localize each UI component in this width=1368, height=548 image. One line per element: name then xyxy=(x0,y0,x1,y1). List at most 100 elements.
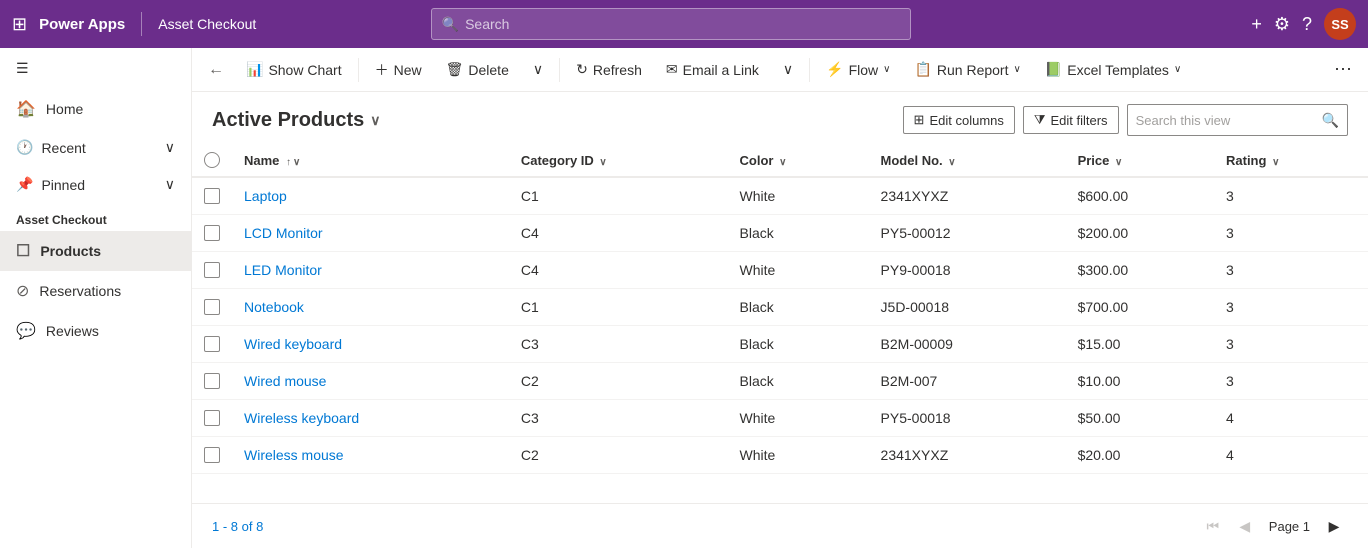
row-select-cell[interactable] xyxy=(192,177,232,215)
products-table: Name ↑∨ Category ID ∨ Color ∨ Model No. … xyxy=(192,144,1368,474)
row-color-cell: White xyxy=(728,177,869,215)
settings-button[interactable]: ⚙ xyxy=(1274,14,1290,35)
flow-button[interactable]: ⚡ Flow ∨ xyxy=(816,55,900,84)
row-select-cell[interactable] xyxy=(192,326,232,363)
col-header-price[interactable]: Price ∨ xyxy=(1066,144,1214,177)
asset-checkout-section-label: Asset Checkout xyxy=(0,203,191,231)
row-name-cell: LED Monitor xyxy=(232,252,509,289)
row-select-cell[interactable] xyxy=(192,400,232,437)
row-model-cell: J5D-00018 xyxy=(869,289,1066,326)
row-checkbox[interactable] xyxy=(204,262,220,278)
row-model-cell: PY5-00012 xyxy=(869,215,1066,252)
col-header-model[interactable]: Model No. ∨ xyxy=(869,144,1066,177)
show-chart-button[interactable]: 📊 Show Chart xyxy=(236,55,352,84)
sidebar-item-products[interactable]: ☐ Products xyxy=(0,231,191,271)
row-price-cell: $300.00 xyxy=(1066,252,1214,289)
sidebar-item-reservations[interactable]: ⊘ Reservations xyxy=(0,271,191,311)
help-button[interactable]: ? xyxy=(1302,14,1312,35)
row-name-link[interactable]: Laptop xyxy=(244,188,287,204)
row-checkbox[interactable] xyxy=(204,447,220,463)
sidebar-reservations-label: Reservations xyxy=(39,283,121,299)
email-chevron[interactable]: ∨ xyxy=(773,55,803,84)
refresh-icon: ↻ xyxy=(576,61,588,78)
row-name-link[interactable]: LCD Monitor xyxy=(244,225,323,241)
sidebar-item-home[interactable]: 🏠 Home xyxy=(0,89,191,129)
select-all-checkbox[interactable] xyxy=(204,152,220,168)
row-checkbox[interactable] xyxy=(204,299,220,315)
row-name-link[interactable]: LED Monitor xyxy=(244,262,322,278)
row-name-cell: LCD Monitor xyxy=(232,215,509,252)
global-search-bar: 🔍 xyxy=(431,8,911,40)
recent-icon: 🕐 xyxy=(16,139,33,156)
sidebar: ☰ 🏠 Home 🕐 Recent ∨ 📌 Pinned ∨ Asset Che… xyxy=(0,48,192,548)
row-rating-cell: 3 xyxy=(1214,326,1368,363)
sidebar-pinned-group[interactable]: 📌 Pinned ∨ xyxy=(0,166,191,203)
row-select-cell[interactable] xyxy=(192,289,232,326)
back-button[interactable]: ← xyxy=(200,54,232,86)
row-checkbox[interactable] xyxy=(204,188,220,204)
grid-icon[interactable]: ⊞ xyxy=(12,14,27,35)
new-icon: ＋ xyxy=(375,60,389,80)
row-price-cell: $700.00 xyxy=(1066,289,1214,326)
view-title[interactable]: Active Products ∨ xyxy=(212,109,381,132)
row-color-cell: Black xyxy=(728,363,869,400)
row-name-link[interactable]: Wireless keyboard xyxy=(244,410,359,426)
sidebar-recent-group[interactable]: 🕐 Recent ∨ xyxy=(0,129,191,166)
more-commands-button[interactable]: ⋯ xyxy=(1326,53,1360,86)
sidebar-home-label: Home xyxy=(46,101,83,117)
first-page-button[interactable]: ⏮ xyxy=(1199,512,1227,540)
top-nav: ⊞ Power Apps Asset Checkout 🔍 + ⚙ ? SS xyxy=(0,0,1368,48)
chart-icon: 📊 xyxy=(246,61,263,78)
table-row: Wireless mouse C2 White 2341XYXZ $20.00 … xyxy=(192,437,1368,474)
row-select-cell[interactable] xyxy=(192,363,232,400)
view-header: Active Products ∨ ⊞ Edit columns ⧩ Edit … xyxy=(192,92,1368,144)
sidebar-toggle[interactable]: ☰ xyxy=(0,48,191,89)
run-report-button[interactable]: 📋 Run Report ∨ xyxy=(904,55,1030,84)
edit-filters-button[interactable]: ⧩ Edit filters xyxy=(1023,106,1119,134)
sidebar-products-label: Products xyxy=(40,243,101,259)
row-checkbox[interactable] xyxy=(204,336,220,352)
row-select-cell[interactable] xyxy=(192,215,232,252)
row-name-link[interactable]: Wired keyboard xyxy=(244,336,342,352)
sidebar-item-reviews[interactable]: 💬 Reviews xyxy=(0,311,191,351)
col-header-name[interactable]: Name ↑∨ xyxy=(232,144,509,177)
prev-page-button[interactable]: ◀ xyxy=(1231,512,1259,540)
row-name-link[interactable]: Notebook xyxy=(244,299,304,315)
name-sort-up-icon: ↑ xyxy=(286,157,291,168)
top-nav-right: + ⚙ ? SS xyxy=(1251,8,1356,40)
table-row: Wired keyboard C3 Black B2M-00009 $15.00… xyxy=(192,326,1368,363)
row-name-cell: Notebook xyxy=(232,289,509,326)
col-header-color[interactable]: Color ∨ xyxy=(728,144,869,177)
sidebar-recent-label: Recent xyxy=(41,140,85,156)
row-price-cell: $200.00 xyxy=(1066,215,1214,252)
col-header-rating[interactable]: Rating ∨ xyxy=(1214,144,1368,177)
row-name-link[interactable]: Wired mouse xyxy=(244,373,326,389)
col-header-category[interactable]: Category ID ∨ xyxy=(509,144,728,177)
new-button[interactable]: ＋ New xyxy=(365,54,432,86)
add-button[interactable]: + xyxy=(1251,14,1262,35)
next-page-button[interactable]: ▶ xyxy=(1320,512,1348,540)
row-select-cell[interactable] xyxy=(192,437,232,474)
row-rating-cell: 3 xyxy=(1214,363,1368,400)
pagination-nav: ⏮ ◀ Page 1 ▶ xyxy=(1199,512,1348,540)
search-view-input[interactable] xyxy=(1136,113,1316,128)
select-all-header[interactable] xyxy=(192,144,232,177)
edit-columns-button[interactable]: ⊞ Edit columns xyxy=(903,106,1015,134)
row-select-cell[interactable] xyxy=(192,252,232,289)
delete-chevron[interactable]: ∨ xyxy=(523,55,553,84)
pinned-icon: 📌 xyxy=(16,176,33,193)
row-color-cell: White xyxy=(728,400,869,437)
home-icon: 🏠 xyxy=(16,99,36,119)
excel-templates-button[interactable]: 📗 Excel Templates ∨ xyxy=(1035,55,1191,84)
row-checkbox[interactable] xyxy=(204,225,220,241)
row-name-link[interactable]: Wireless mouse xyxy=(244,447,344,463)
row-category-cell: C3 xyxy=(509,400,728,437)
refresh-button[interactable]: ↻ Refresh xyxy=(566,55,652,84)
global-search-input[interactable] xyxy=(465,16,900,32)
avatar[interactable]: SS xyxy=(1324,8,1356,40)
row-checkbox[interactable] xyxy=(204,373,220,389)
row-category-cell: C1 xyxy=(509,289,728,326)
row-checkbox[interactable] xyxy=(204,410,220,426)
email-link-button[interactable]: ✉ Email a Link xyxy=(656,55,769,84)
delete-button[interactable]: 🗑 Delete xyxy=(436,55,519,84)
